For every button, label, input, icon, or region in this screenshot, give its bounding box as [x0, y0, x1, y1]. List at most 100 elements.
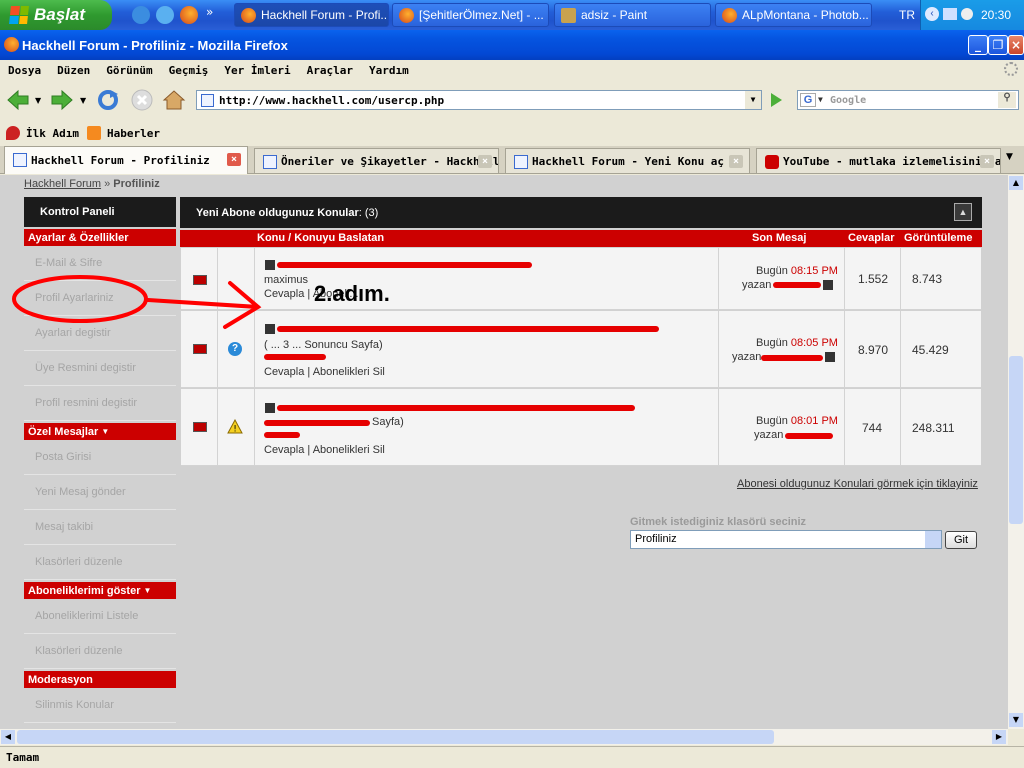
tab-close-icon[interactable]: × — [478, 155, 492, 168]
network-icon[interactable] — [943, 8, 957, 20]
last-post-author[interactable]: yazan — [732, 351, 761, 363]
forward-icon[interactable] — [50, 88, 74, 112]
last-post-date: Bugün 08:01 PM — [756, 415, 838, 427]
section-subscriptions[interactable]: Aboneliklerimi göster ▼ — [24, 582, 176, 599]
sidebar-item-inbox[interactable]: Posta Girisi — [24, 440, 176, 475]
topic-pages[interactable]: ( ... 3 ... Sonuncu Sayfa) — [264, 339, 383, 351]
url-dropdown-icon[interactable]: ▼ — [745, 91, 761, 109]
back-icon[interactable] — [6, 88, 30, 112]
folder-select[interactable]: Profiliniz — [630, 530, 942, 549]
tab-profiliniz[interactable]: Hackhell Forum - Profiliniz × — [4, 146, 248, 174]
view-subscriptions-link[interactable]: Abonesi oldugunuz Konulari görmek için t… — [737, 478, 978, 490]
sidebar-item-change-profile-picture[interactable]: Profil resmini degistir — [24, 386, 176, 421]
chevron-down-icon[interactable] — [925, 531, 941, 548]
topic-actions[interactable]: Cevapla | Abonelikleri Sil — [264, 366, 385, 378]
last-post-author[interactable]: yazan — [754, 429, 783, 441]
go-icon[interactable] — [767, 91, 785, 109]
goto-last-post-icon[interactable] — [825, 352, 835, 362]
arrow-icon[interactable] — [265, 260, 275, 270]
task-sehitler[interactable]: [ŞehitlerÖlmez.Net] - ... — [392, 3, 549, 27]
menu-dosya[interactable]: Dosya — [8, 64, 41, 77]
tab-yeni-konu[interactable]: Hackhell Forum - Yeni Konu aç × — [505, 148, 750, 173]
scroll-down-icon[interactable]: ▼ — [1009, 713, 1023, 727]
sidebar-item-edit-folders-2[interactable]: Klasörleri düzenle — [24, 634, 176, 669]
breadcrumb-root-link[interactable]: Hackhell Forum — [24, 178, 101, 190]
collapse-icon[interactable]: ▲ — [954, 203, 972, 221]
stop-icon[interactable] — [130, 88, 154, 112]
menu-gorunum[interactable]: Görünüm — [106, 64, 152, 77]
maximize-button[interactable]: ❐ — [988, 35, 1008, 55]
minimize-button[interactable]: _ — [968, 35, 988, 55]
arrow-icon[interactable] — [265, 324, 275, 334]
horizontal-scrollbar[interactable]: ◀ ▶ — [0, 729, 1008, 745]
search-icon[interactable]: ⚲ — [998, 92, 1016, 108]
outlook-quicklaunch-icon[interactable] — [156, 6, 174, 24]
sidebar-item-change-avatar[interactable]: Üye Resmini degistir — [24, 351, 176, 386]
tab-list-icon[interactable]: ▼ — [1006, 152, 1013, 162]
sidebar-item-track-messages[interactable]: Mesaj takibi — [24, 510, 176, 545]
folder-select-label: Gitmek istediginiz klasörü seciniz — [630, 516, 807, 528]
task-paint[interactable]: adsiz - Paint — [554, 3, 711, 27]
sidebar-item-profile-settings[interactable]: Profil Ayarlariniz — [24, 281, 176, 316]
topic-pages[interactable]: Sayfa) — [372, 416, 404, 428]
last-post-author[interactable]: yazan — [742, 279, 771, 291]
scrollbar-thumb[interactable] — [1009, 356, 1023, 524]
section-private-messages[interactable]: Özel Mesajlar ▼ — [24, 423, 176, 440]
menu-araclar[interactable]: Araçlar — [307, 64, 353, 77]
scroll-right-icon[interactable]: ▶ — [992, 730, 1006, 744]
menu-gecmis[interactable]: Geçmiş — [169, 64, 209, 77]
column-views[interactable]: Görüntüleme — [904, 232, 972, 244]
tab-close-icon[interactable]: × — [227, 153, 241, 166]
back-dropdown-icon[interactable]: ▼ — [35, 96, 41, 105]
url-bar[interactable]: http://www.hackhell.com/usercp.php ▼ — [196, 90, 762, 110]
hscrollbar-thumb[interactable] — [17, 730, 774, 744]
column-replies[interactable]: Cevaplar — [848, 232, 894, 244]
scroll-up-icon[interactable]: ▲ — [1009, 176, 1023, 190]
task-hackhell[interactable]: Hackhell Forum - Profi... — [234, 3, 389, 27]
topic-actions[interactable]: Cevapla | Abonelikleri Sil — [264, 444, 385, 456]
topic-starter[interactable]: maximus — [264, 274, 308, 286]
go-button[interactable]: Git — [945, 531, 977, 549]
scroll-left-icon[interactable]: ◀ — [1, 730, 15, 744]
window-titlebar: Hackhell Forum - Profiliniz - Mozilla Fi… — [0, 30, 1024, 60]
firefox-quicklaunch-icon[interactable] — [180, 6, 198, 24]
redacted-author — [785, 433, 833, 439]
start-button[interactable]: Başlat — [0, 0, 112, 30]
bookmark-ilk-adim[interactable]: İlk Adım — [26, 127, 79, 140]
clock[interactable]: 20:30 — [981, 8, 1011, 22]
sidebar-item-list-subscriptions[interactable]: Aboneliklerimi Listele — [24, 599, 176, 634]
reload-icon[interactable] — [96, 88, 120, 112]
tab-close-icon[interactable]: × — [729, 155, 743, 168]
task-photobucket[interactable]: ALpMontana - Photob... — [715, 3, 872, 27]
forward-dropdown-icon[interactable]: ▼ — [80, 96, 86, 105]
arrow-icon[interactable] — [265, 403, 275, 413]
column-topic[interactable]: Konu / Konuyu Baslatan — [257, 232, 384, 244]
menu-yer-imleri[interactable]: Yer İmleri — [224, 64, 290, 77]
menu-duzen[interactable]: Düzen — [57, 64, 90, 77]
column-last-post[interactable]: Son Mesaj — [752, 232, 806, 244]
goto-last-post-icon[interactable] — [823, 280, 833, 290]
sidebar-item-deleted-topics[interactable]: Silinmis Konular — [24, 688, 176, 723]
menu-yardim[interactable]: Yardım — [369, 64, 409, 77]
sidebar-item-email-password[interactable]: E-Mail & Sifre — [24, 246, 176, 281]
close-button[interactable]: × — [1008, 35, 1024, 55]
ie-quicklaunch-icon[interactable] — [132, 6, 150, 24]
sidebar-item-change-settings[interactable]: Ayarlari degistir — [24, 316, 176, 351]
tab-youtube[interactable]: YouTube - mutlaka izlemelisiniz all... × — [756, 148, 1001, 173]
search-input[interactable]: G ▼ Google ⚲ — [797, 90, 1019, 110]
bookmark-haberler[interactable]: Haberler — [107, 127, 160, 140]
tray-expand-icon[interactable]: ‹ — [925, 7, 939, 21]
vertical-scrollbar[interactable]: ▲ ▼ — [1008, 175, 1024, 729]
sidebar-item-send-message[interactable]: Yeni Mesaj gönder — [24, 475, 176, 510]
status-bar: Tamam — [0, 746, 1024, 768]
sidebar-item-edit-folders[interactable]: Klasörleri düzenle — [24, 545, 176, 580]
volume-icon[interactable] — [961, 8, 973, 20]
google-engine-icon[interactable]: G — [800, 93, 816, 107]
engine-dropdown-icon[interactable]: ▼ — [818, 95, 823, 104]
tab-close-icon[interactable]: × — [980, 155, 994, 168]
home-icon[interactable] — [162, 88, 186, 112]
tab-oneriler[interactable]: Öneriler ve Şikayetler - Hackhell ... × — [254, 148, 499, 173]
language-indicator[interactable]: TR — [899, 8, 915, 22]
views-count: 45.429 — [912, 343, 949, 357]
quicklaunch-more-icon[interactable]: » — [206, 5, 213, 19]
